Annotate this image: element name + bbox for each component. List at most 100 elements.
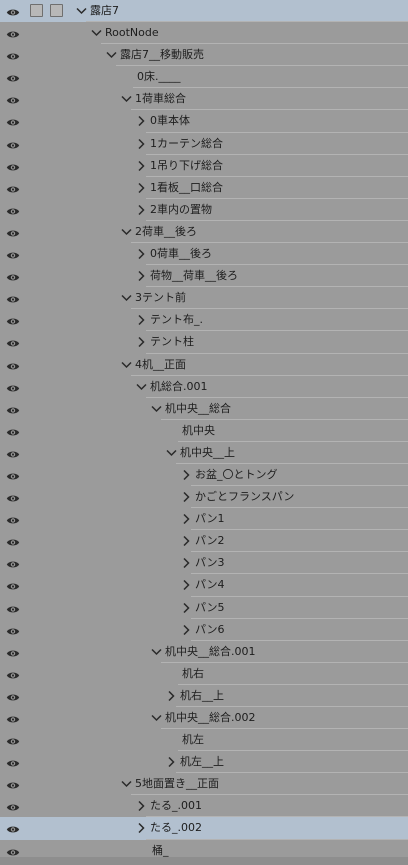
chevron-right-icon[interactable] [134, 331, 148, 353]
eye-icon[interactable] [6, 338, 20, 347]
chevron-right-icon[interactable] [179, 552, 193, 574]
eye-icon[interactable] [6, 559, 20, 568]
chevron-right-icon[interactable] [134, 265, 148, 287]
eye-icon[interactable] [6, 758, 20, 767]
eye-icon[interactable] [6, 626, 20, 635]
eye-icon[interactable] [6, 73, 20, 82]
eye-icon[interactable] [6, 515, 20, 524]
chevron-down-icon[interactable] [89, 22, 103, 44]
chevron-right-icon[interactable] [134, 795, 148, 817]
eye-icon[interactable] [6, 316, 20, 325]
outliner-row[interactable]: お盆_〇とトング [0, 464, 408, 487]
chevron-down-icon[interactable] [119, 773, 133, 795]
outliner-row[interactable]: 5地面置き__正面 [0, 773, 408, 796]
outliner-row[interactable]: 露店7__移動販売 [0, 44, 408, 67]
outliner-row[interactable]: 机中央 [0, 420, 408, 442]
outliner-row[interactable]: 4机__正面 [0, 354, 408, 376]
eye-icon[interactable] [6, 51, 20, 60]
chevron-right-icon[interactable] [134, 243, 148, 265]
eye-icon[interactable] [6, 427, 20, 436]
chevron-down-icon[interactable] [119, 88, 133, 110]
outliner-row[interactable]: 1看板__口総合 [0, 177, 408, 199]
chevron-down-icon[interactable] [134, 376, 148, 398]
eye-icon[interactable] [6, 272, 20, 281]
eye-icon[interactable] [6, 228, 20, 237]
render-checkbox[interactable] [50, 4, 63, 17]
outliner-row[interactable]: テント布_. [0, 309, 408, 332]
outliner-row[interactable]: 0荷車__後ろ [0, 243, 408, 266]
chevron-right-icon[interactable] [134, 155, 148, 177]
outliner-row[interactable]: 1吊り下げ総合 [0, 155, 408, 177]
eye-icon[interactable] [6, 7, 20, 16]
outliner-row[interactable]: 0車本体 [0, 110, 408, 133]
eye-icon[interactable] [6, 471, 20, 480]
outliner-row[interactable]: 3テント前 [0, 287, 408, 310]
outliner-row[interactable]: 机中央__上 [0, 442, 408, 465]
eye-icon[interactable] [6, 493, 20, 502]
eye-icon[interactable] [6, 581, 20, 590]
chevron-right-icon[interactable] [179, 574, 193, 596]
outliner-row[interactable]: 机中央__総合.001 [0, 641, 408, 663]
chevron-down-icon[interactable] [119, 287, 133, 309]
outliner-row[interactable]: 机中央__総合 [0, 398, 408, 420]
outliner-row[interactable]: 机中央__総合.002 [0, 707, 408, 730]
outliner-row[interactable]: パン1 [0, 508, 408, 531]
eye-icon[interactable] [6, 361, 20, 370]
eye-icon[interactable] [6, 162, 20, 171]
outliner-row[interactable]: テント柱 [0, 331, 408, 354]
eye-icon[interactable] [6, 847, 20, 856]
eye-icon[interactable] [6, 250, 20, 259]
outliner-row-selected[interactable]: たる_.002 [0, 817, 408, 840]
outliner-row[interactable]: パン4 [0, 574, 408, 597]
eye-icon[interactable] [6, 184, 20, 193]
eye-icon[interactable] [6, 802, 20, 811]
eye-icon[interactable] [6, 117, 20, 126]
outliner-row[interactable]: 机左__上 [0, 751, 408, 774]
chevron-right-icon[interactable] [179, 530, 193, 552]
outliner-row[interactable]: 露店7 [0, 0, 408, 23]
chevron-right-icon[interactable] [134, 177, 148, 199]
chevron-down-icon[interactable] [119, 221, 133, 243]
chevron-right-icon[interactable] [134, 110, 148, 132]
eye-icon[interactable] [6, 383, 20, 392]
chevron-right-icon[interactable] [179, 597, 193, 619]
chevron-down-icon[interactable] [74, 0, 88, 22]
eye-icon[interactable] [6, 714, 20, 723]
outliner-row[interactable]: 荷物__荷車__後ろ [0, 265, 408, 288]
outliner-row[interactable]: パン3 [0, 552, 408, 575]
eye-icon[interactable] [6, 824, 20, 833]
chevron-down-icon[interactable] [149, 398, 163, 420]
outliner-row[interactable]: 2車内の置物 [0, 199, 408, 222]
chevron-right-icon[interactable] [134, 199, 148, 221]
eye-icon[interactable] [6, 140, 20, 149]
eye-icon[interactable] [6, 95, 20, 104]
chevron-right-icon[interactable] [179, 464, 193, 486]
eye-icon[interactable] [6, 692, 20, 701]
eye-icon[interactable] [6, 648, 20, 657]
eye-icon[interactable] [6, 537, 20, 546]
outliner-row[interactable]: 0床.____ [0, 66, 408, 89]
outliner-row[interactable]: パン6 [0, 619, 408, 641]
outliner-row[interactable]: 机右 [0, 663, 408, 686]
chevron-right-icon[interactable] [164, 685, 178, 707]
outliner-row[interactable]: 机総合.001 [0, 376, 408, 398]
outliner-row[interactable]: 机右__上 [0, 685, 408, 708]
chevron-right-icon[interactable] [164, 751, 178, 773]
eye-icon[interactable] [6, 736, 20, 745]
eye-icon[interactable] [6, 405, 20, 414]
chevron-down-icon[interactable] [149, 641, 163, 663]
eye-icon[interactable] [6, 780, 20, 789]
outliner-row[interactable]: 机左 [0, 729, 408, 752]
outliner-row[interactable]: たる_.001 [0, 795, 408, 818]
eye-icon[interactable] [6, 670, 20, 679]
eye-icon[interactable] [6, 29, 20, 38]
chevron-right-icon[interactable] [134, 133, 148, 155]
outliner-row[interactable]: 1荷車総合 [0, 88, 408, 111]
chevron-right-icon[interactable] [134, 309, 148, 331]
chevron-down-icon[interactable] [149, 707, 163, 729]
outliner-row[interactable]: パン2 [0, 530, 408, 553]
outliner-row[interactable]: 2荷車__後ろ [0, 221, 408, 244]
chevron-right-icon[interactable] [179, 508, 193, 530]
eye-icon[interactable] [6, 294, 20, 303]
eye-icon[interactable] [6, 604, 20, 613]
